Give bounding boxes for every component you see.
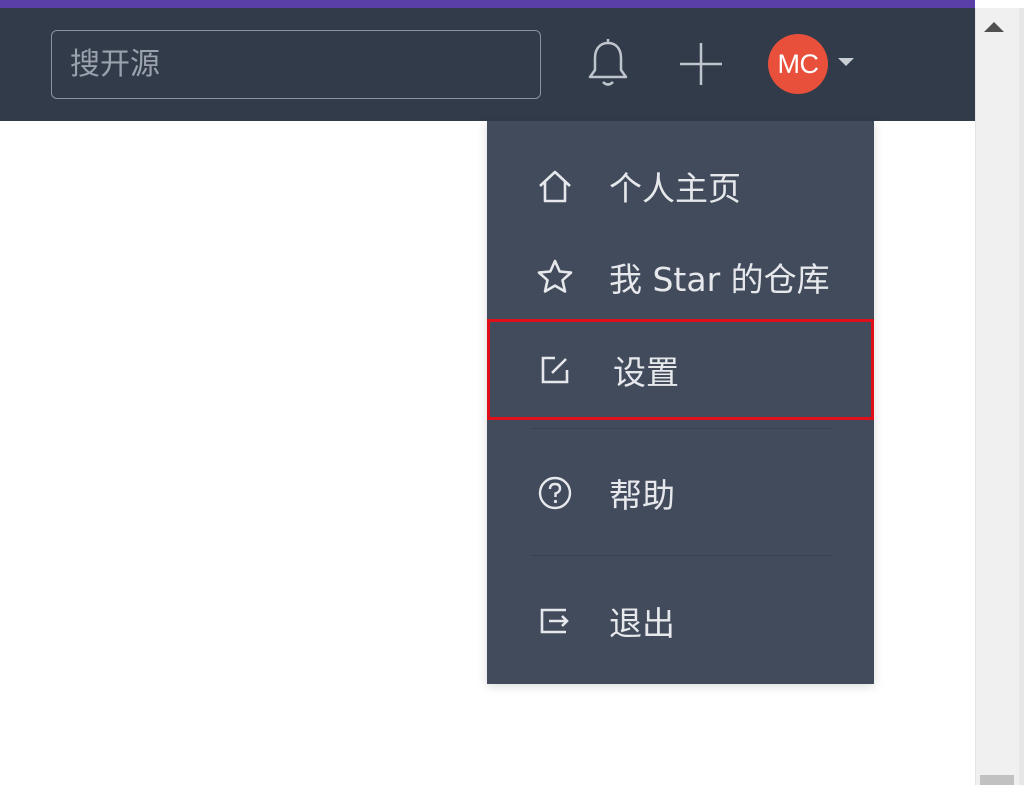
window-edge <box>1019 8 1024 785</box>
edit-icon <box>535 350 575 390</box>
menu-item-starred-repos[interactable]: 我 Star 的仓库 <box>487 229 874 325</box>
menu-item-label: 帮助 <box>609 476 675 515</box>
user-dropdown-menu: 个人主页 我 Star 的仓库 设置 帮助 退出 <box>487 121 874 684</box>
help-circle-icon <box>535 473 575 513</box>
home-icon <box>535 166 575 206</box>
menu-item-label: 个人主页 <box>609 169 741 208</box>
user-menu-toggle[interactable]: MC <box>768 34 860 96</box>
menu-item-label: 退出 <box>609 604 675 643</box>
menu-item-label: 我 Star 的仓库 <box>609 260 830 299</box>
chevron-down-icon <box>838 58 854 66</box>
vertical-scrollbar[interactable] <box>975 8 1024 785</box>
menu-item-label: 设置 <box>613 352 679 392</box>
menu-divider <box>531 555 831 556</box>
logout-icon <box>535 601 575 641</box>
avatar: MC <box>768 34 828 94</box>
search-input[interactable] <box>51 30 541 99</box>
scrollbar-thumb[interactable] <box>980 775 1014 785</box>
notifications-button[interactable] <box>580 36 636 96</box>
top-navbar: MC <box>0 8 975 121</box>
bell-icon <box>586 38 630 94</box>
menu-item-profile[interactable]: 个人主页 <box>487 138 874 234</box>
menu-item-settings[interactable]: 设置 <box>487 319 874 420</box>
create-new-button[interactable] <box>672 36 730 96</box>
menu-item-logout[interactable]: 退出 <box>487 573 874 669</box>
plus-icon <box>678 41 724 91</box>
top-accent-bar <box>0 0 975 8</box>
star-icon <box>535 257 575 297</box>
menu-item-help[interactable]: 帮助 <box>487 445 874 541</box>
scroll-up-arrow-icon[interactable] <box>984 22 1004 32</box>
menu-divider <box>531 428 831 429</box>
